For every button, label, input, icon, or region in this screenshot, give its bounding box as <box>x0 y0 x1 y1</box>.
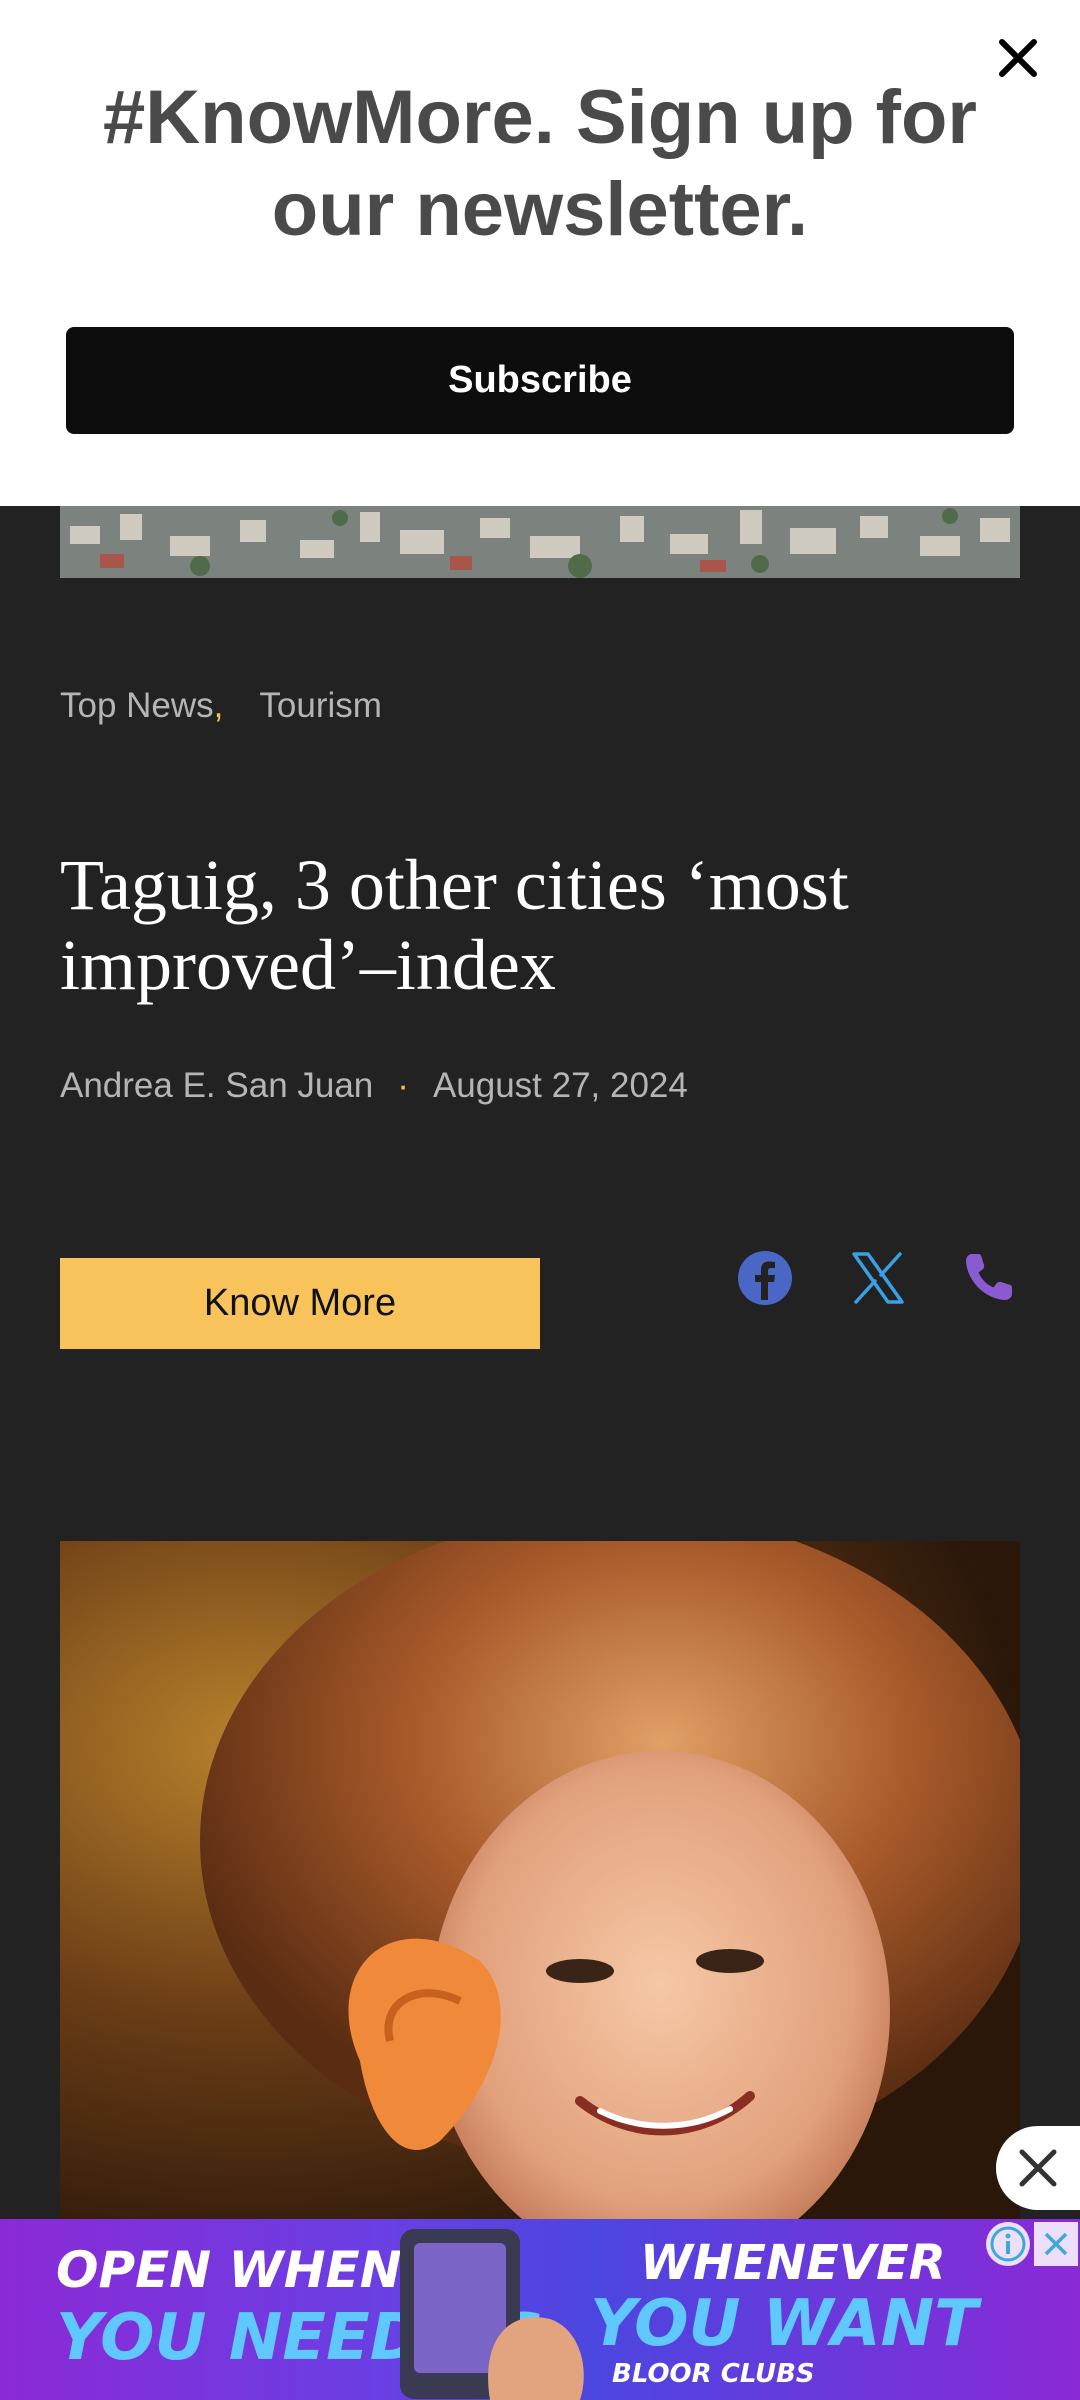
author-name[interactable]: Andrea E. San Juan <box>60 1066 373 1105</box>
facebook-icon[interactable] <box>735 1248 795 1308</box>
ad-info-icon[interactable] <box>986 2222 1030 2266</box>
newsletter-headline: #KnowMore. Sign up for our newsletter. <box>103 75 977 252</box>
portrait-illustration <box>60 1541 1020 2221</box>
byline-separator: · <box>397 1066 409 1105</box>
category-tourism[interactable]: Tourism <box>259 686 382 725</box>
info-icon-glyph <box>990 2226 1026 2262</box>
ad-line2b: YOU WANT <box>590 2287 978 2361</box>
article-byline: Andrea E. San Juan · August 27, 2024 <box>60 1066 688 1106</box>
ad-hand-phone-illustration <box>400 2229 584 2400</box>
ad-close-button[interactable] <box>996 2126 1080 2210</box>
article-title: Taguig, 3 other cities ‘most improved’–i… <box>60 845 849 1005</box>
x-icon-glyph <box>852 1252 904 1304</box>
ad-line2a: WHENEVER <box>640 2235 946 2291</box>
ad-banner[interactable]: OPEN WHEN YOU NEED US WHENEVER YOU WANT … <box>0 2219 1080 2400</box>
city-rooftops-illustration <box>60 506 1020 578</box>
article-image <box>60 1541 1020 2221</box>
article-categories: Top News, Tourism <box>60 686 382 726</box>
subscribe-button[interactable]: Subscribe <box>66 327 1014 434</box>
ad-line1a: OPEN WHEN <box>56 2241 402 2299</box>
x-icon[interactable] <box>848 1248 908 1308</box>
ad-dismiss-icon[interactable] <box>1034 2222 1078 2266</box>
hero-city-image <box>60 506 1020 578</box>
know-more-button[interactable]: Know More <box>60 1258 540 1349</box>
category-separator: , <box>213 686 224 725</box>
close-icon <box>1044 2232 1068 2256</box>
publish-date: August 27, 2024 <box>432 1066 688 1105</box>
facebook-icon-glyph <box>738 1251 792 1305</box>
ad-brand: BLOOR CLUBS <box>612 2359 815 2389</box>
close-icon <box>1019 2149 1057 2187</box>
newsletter-popup: #KnowMore. Sign up for our newsletter. S… <box>0 0 1080 506</box>
phone-icon-glyph <box>966 1254 1012 1300</box>
phone-icon[interactable] <box>958 1248 1018 1308</box>
category-top-news[interactable]: Top News <box>60 686 214 725</box>
